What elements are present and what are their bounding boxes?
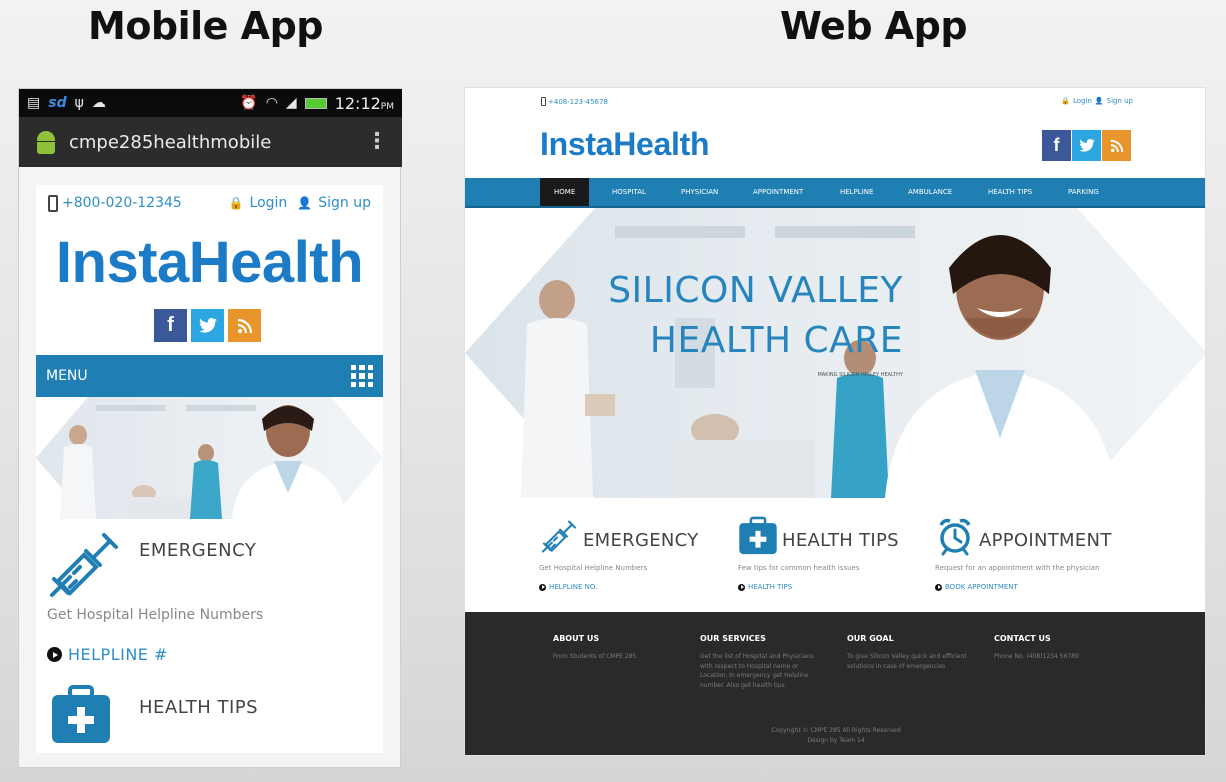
footer-heading: OUR GOAL — [847, 634, 894, 643]
hero-title-line-2: HEALTH CARE — [649, 320, 903, 361]
app-action-bar: cmpe285healthmobile ⋮ — [19, 117, 402, 167]
web-main-nav: HOME HOSPITAL PHYSICIAN APPOINTMENT HELP… — [465, 178, 1205, 208]
footer-services: OUR SERVICES Get the list of Hospital an… — [700, 634, 825, 690]
nav-ambulance[interactable]: AMBULANCE — [908, 178, 952, 206]
mobile-phone-number[interactable]: +800-020-12345 — [62, 195, 182, 211]
status-time: 12:12PM — [334, 93, 394, 113]
designed-by-text: Design by Team 14 — [807, 736, 865, 744]
app-title: cmpe285healthmobile — [69, 131, 272, 153]
hero-tagline: MAKING SILICON VALLEY HEALTHY — [817, 372, 903, 378]
service-title: HEALTH TIPS — [782, 530, 899, 551]
facebook-icon[interactable]: f — [1042, 130, 1071, 161]
service-title: APPOINTMENT — [979, 530, 1112, 551]
first-aid-kit-icon — [739, 516, 777, 555]
web-signup-link[interactable]: Sign up — [1107, 97, 1133, 105]
first-aid-kit-icon — [52, 685, 110, 743]
alarm-icon: ⏰ — [240, 95, 258, 111]
service-description: Get Hospital Helpline Numbers — [539, 564, 648, 572]
footer-heading: OUR SERVICES — [700, 634, 766, 643]
user-icon: 👤 — [297, 196, 313, 210]
nav-parking[interactable]: PARKING — [1068, 178, 1099, 206]
lock-icon: 🔒 — [1061, 97, 1071, 105]
nav-hospital[interactable]: HOSPITAL — [612, 178, 646, 206]
syringe-icon — [50, 533, 118, 597]
alarm-clock-icon — [939, 518, 971, 556]
helpline-link[interactable]: HELPLINE NO. — [539, 583, 597, 591]
nav-physician[interactable]: PHYSICIAN — [681, 178, 718, 206]
mobile-app-heading: Mobile App — [88, 4, 324, 48]
overflow-menu-icon[interactable]: ⋮ — [366, 131, 388, 153]
web-social-links: f — [1042, 130, 1131, 161]
signal-icon: ◢ — [285, 95, 297, 111]
mobile-emergency-description: Get Hospital Helpline Numbers — [47, 607, 264, 623]
phone-icon — [48, 194, 58, 212]
service-title: EMERGENCY — [583, 530, 699, 551]
service-description: Request for an appointment with the phys… — [935, 564, 1100, 572]
service-description: Few tips for common health issues — [738, 564, 860, 572]
footer-heading: CONTACT US — [994, 634, 1051, 643]
twitter-icon[interactable] — [1072, 130, 1101, 161]
mobile-login-link[interactable]: Login — [250, 195, 288, 211]
mobile-app-screenshot: ▤ sd ψ ☁ ⏰ ◠ ◢ 12:12PM cmpe285healthmobi… — [18, 88, 402, 768]
phone-icon — [541, 97, 546, 106]
twitter-icon[interactable] — [191, 309, 224, 342]
rss-icon[interactable] — [1102, 130, 1131, 161]
mobile-logo[interactable]: InstaHealth — [36, 229, 383, 296]
mobile-hero-image — [36, 397, 383, 519]
facebook-icon[interactable]: f — [154, 309, 187, 342]
footer-copyright: Copyright © CMPE 285 All Rights Reserved… — [465, 726, 1205, 745]
mobile-emergency-title: EMERGENCY — [139, 540, 257, 561]
footer-text: Get the list of Hospital and Physicians … — [700, 653, 814, 689]
android-status-bar: ▤ sd ψ ☁ ⏰ ◠ ◢ 12:12PM — [19, 89, 402, 117]
footer-text: To give Silicon Valley quick and efficie… — [847, 653, 967, 670]
nav-health-tips[interactable]: HEALTH TIPS — [988, 178, 1032, 206]
play-circle-icon — [935, 583, 942, 591]
book-appointment-link[interactable]: BOOK APPOINTMENT — [935, 583, 1018, 591]
battery-icon — [304, 97, 327, 109]
mobile-page: +800-020-12345 🔒 Login 👤 Sign up InstaHe… — [36, 185, 383, 753]
syringe-icon — [542, 520, 576, 553]
mobile-menu-bar[interactable]: MENU — [36, 355, 383, 397]
android-app-icon — [33, 129, 59, 155]
sd-card-icon: sd — [48, 95, 67, 111]
play-circle-icon — [539, 583, 546, 591]
nav-home[interactable]: HOME — [540, 178, 590, 206]
web-account-links: 🔒 Login 👤 Sign up — [1061, 97, 1133, 105]
mobile-signup-link[interactable]: Sign up — [318, 195, 371, 211]
rss-icon[interactable] — [228, 309, 261, 342]
keyboard-icon: ▤ — [27, 95, 41, 111]
web-top-bar: +408-123-45678 🔒 Login 👤 Sign up — [465, 88, 1205, 114]
wifi-icon: ◠ — [265, 95, 278, 111]
web-app-heading: Web App — [780, 4, 968, 48]
footer-goal: OUR GOAL To give Silicon Valley quick an… — [847, 634, 972, 671]
web-phone[interactable]: +408-123-45678 — [541, 97, 608, 106]
nav-appointment[interactable]: APPOINTMENT — [753, 178, 803, 206]
web-app-screenshot: +408-123-45678 🔒 Login 👤 Sign up InstaHe… — [464, 87, 1206, 756]
footer-about: ABOUT US From Students of CMPE 285 — [553, 634, 678, 662]
web-logo[interactable]: InstaHealth — [540, 126, 709, 163]
mobile-top-bar: +800-020-12345 🔒 Login 👤 Sign up — [36, 185, 383, 221]
hero-title-line-1: SILICON VALLEY — [608, 270, 903, 311]
android-notification-icon: ☁ — [91, 95, 106, 111]
nav-helpline[interactable]: HELPLINE — [840, 178, 873, 206]
usb-icon: ψ — [74, 95, 84, 111]
footer-heading: ABOUT US — [553, 634, 600, 643]
web-login-link[interactable]: Login — [1073, 97, 1092, 105]
mobile-health-tips-title: HEALTH TIPS — [139, 697, 259, 718]
footer-text: Phone No. (408)1234 56789 — [994, 653, 1079, 660]
health-tips-link[interactable]: HEALTH TIPS — [738, 583, 792, 591]
web-footer: ABOUT US From Students of CMPE 285 OUR S… — [465, 612, 1205, 755]
footer-contact: CONTACT US Phone No. (408)1234 56789 — [994, 634, 1119, 662]
footer-text: From Students of CMPE 285 — [553, 653, 637, 660]
lock-icon: 🔒 — [228, 196, 244, 210]
menu-label: MENU — [46, 368, 88, 384]
play-circle-icon — [738, 583, 745, 591]
user-icon: 👤 — [1094, 97, 1104, 105]
copyright-text: Copyright © CMPE 285 All Rights Reserved — [771, 727, 901, 734]
play-circle-icon — [47, 647, 62, 662]
mobile-helpline-link[interactable]: HELPLINE # — [47, 645, 168, 664]
mobile-social-links: f — [154, 309, 261, 342]
grid-menu-icon[interactable] — [351, 365, 373, 387]
